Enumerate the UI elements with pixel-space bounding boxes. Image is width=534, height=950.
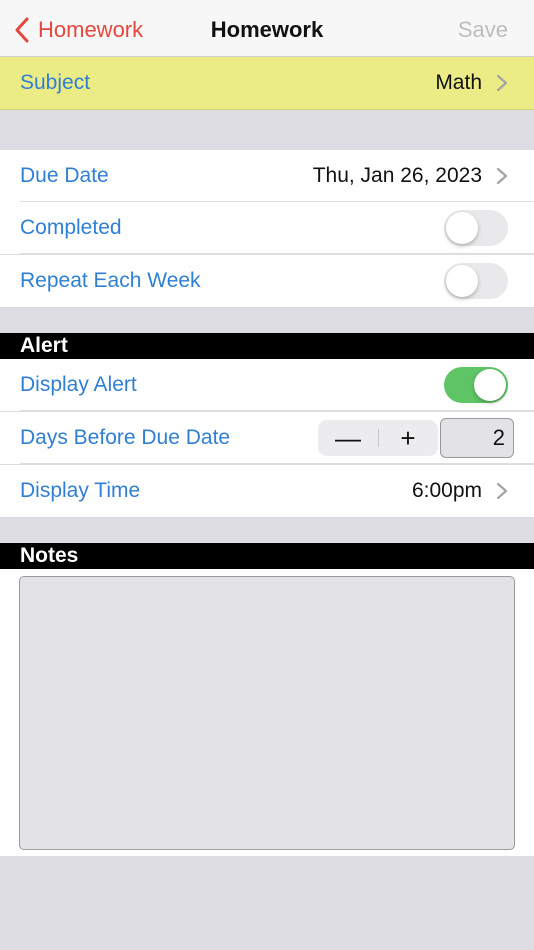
display-alert-row: Display Alert <box>0 359 534 411</box>
due-date-label: Due Date <box>20 164 109 187</box>
notes-section-header: Notes <box>0 543 534 569</box>
subject-value: Math <box>435 71 482 94</box>
display-alert-label: Display Alert <box>20 373 137 396</box>
subject-row[interactable]: Subject Math <box>0 57 534 110</box>
display-time-value: 6:00pm <box>411 479 482 502</box>
save-button[interactable]: Save <box>458 0 508 60</box>
display-alert-toggle[interactable] <box>444 367 508 403</box>
chevron-right-icon <box>496 74 508 92</box>
decrement-button[interactable]: — <box>318 420 378 456</box>
row-divider <box>20 253 534 254</box>
due-date-value: Thu, Jan 26, 2023 <box>312 164 482 187</box>
due-date-row[interactable]: Due Date Thu, Jan 26, 2023 <box>0 150 534 202</box>
navigation-bar: Homework Homework Save <box>0 0 534 57</box>
days-value-field[interactable]: 2 <box>440 418 514 458</box>
notes-header-label: Notes <box>20 544 79 567</box>
row-divider <box>20 463 534 464</box>
repeat-each-week-toggle[interactable] <box>444 263 508 299</box>
display-time-label: Display Time <box>20 479 141 502</box>
completed-row: Completed <box>0 202 534 254</box>
days-before-due-date-row: Days Before Due Date — + 2 <box>0 412 534 464</box>
notes-container <box>0 569 534 856</box>
increment-button[interactable]: + <box>378 420 438 456</box>
row-divider <box>20 410 534 411</box>
repeat-each-week-label: Repeat Each Week <box>20 269 201 292</box>
notes-text-area[interactable] <box>19 576 515 850</box>
chevron-right-icon <box>496 482 508 500</box>
toggle-knob <box>474 369 506 401</box>
days-stepper: — + <box>318 420 438 456</box>
completed-label: Completed <box>20 216 122 239</box>
days-before-due-date-label: Days Before Due Date <box>20 426 231 449</box>
homework-edit-screen: Homework Homework Save Subject Math Due … <box>0 0 534 950</box>
display-time-row[interactable]: Display Time 6:00pm <box>0 465 534 517</box>
subject-label: Subject <box>20 71 91 94</box>
page-title: Homework <box>210 17 324 42</box>
alert-section-header: Alert <box>0 333 534 359</box>
completed-toggle[interactable] <box>444 210 508 246</box>
toggle-knob <box>446 212 478 244</box>
chevron-right-icon <box>496 167 508 185</box>
toggle-knob <box>446 265 478 297</box>
repeat-each-week-row: Repeat Each Week <box>0 255 534 307</box>
alert-header-label: Alert <box>20 334 68 357</box>
